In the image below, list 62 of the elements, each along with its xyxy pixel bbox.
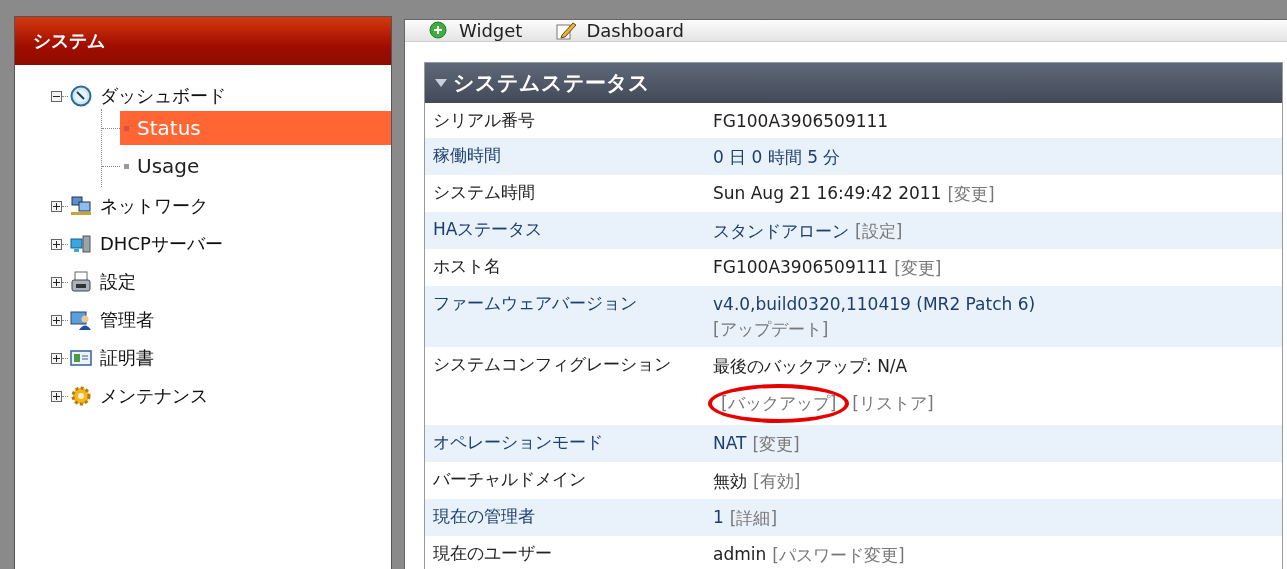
field-label: 現在の管理者 [432,505,536,528]
gauge-icon [70,85,92,107]
field-label: ホスト名 [432,255,502,278]
widget-title: システムステータス [453,70,650,97]
field-label: ファームウェアバージョン [432,292,638,315]
bullet-icon [124,163,129,169]
pencil-icon [556,20,577,41]
tree-item[interactable]: メンテナンス [100,384,208,408]
field-label: 稼働時間 [432,144,502,167]
action-link[interactable]: [変更] [947,183,995,206]
field-value: Sun Aug 21 16:49:42 2011 [713,183,942,205]
action-link[interactable]: [バックアップ] [721,393,837,413]
tree-item[interactable]: 設定 [100,270,136,294]
expand-icon[interactable] [51,390,62,402]
tree-item[interactable]: 管理者 [100,308,154,332]
server-icon [70,233,92,255]
action-link[interactable]: [変更] [752,433,800,456]
field-value: NAT [713,433,747,455]
action-link[interactable]: [アップデート] [713,318,829,341]
expand-icon[interactable] [51,276,62,288]
toolbar-button[interactable]: Widget [429,20,523,41]
field-value: スタンドアローン [713,220,849,243]
collapse-icon[interactable] [51,90,62,102]
field-value: FG100A3906509111 [713,111,889,131]
tree-item[interactable]: 証明書 [100,346,154,370]
field-label: システム時間 [432,181,536,204]
field-value: 無効 [713,470,747,493]
tree-item[interactable]: ダッシュボード [100,84,226,108]
action-link[interactable]: [リストア] [852,392,934,415]
field-value: FG100A3906509111 [713,257,889,279]
tree-item[interactable]: DHCPサーバー [100,232,223,256]
sidebar-title: システム [15,17,391,65]
computers-icon [70,195,92,217]
bullet-icon [124,125,129,131]
id-card-icon [70,347,92,369]
field-label: バーチャルドメイン [432,468,587,491]
field-label: 現在のユーザー [432,542,553,565]
tree-subitem[interactable]: Status [120,111,391,145]
field-value: 最後のバックアップ: N/A [713,355,908,378]
printer-icon [70,271,92,293]
action-link[interactable]: [有効] [753,470,801,493]
expand-icon[interactable] [51,314,62,326]
expand-icon[interactable] [51,352,62,364]
expand-icon[interactable] [51,238,62,250]
field-value: v4.0,build0320,110419 (MR2 Patch 6) [713,294,1036,314]
field-value: 0 日 0 時間 5 分 [713,146,841,169]
field-label: HAステータス [432,218,544,241]
gear-icon [70,385,92,407]
field-label: システムコンフィグレーション [432,353,672,376]
action-link[interactable]: [設定] [855,220,903,243]
field-value: admin [713,544,767,566]
action-link[interactable]: [詳細] [729,507,778,530]
field-label: シリアル番号 [432,109,536,132]
field-value: 1 [713,507,724,529]
toolbar-button[interactable]: Dashboard [556,20,685,41]
user-monitor-icon [70,309,92,331]
action-link[interactable]: [変更] [894,257,942,280]
tree-item[interactable]: ネットワーク [100,194,208,218]
tree-subitem[interactable]: Usage [120,149,391,183]
expand-icon[interactable] [51,200,62,212]
field-label: オペレーションモード [432,431,604,454]
action-link[interactable]: [パスワード変更] [772,544,905,567]
